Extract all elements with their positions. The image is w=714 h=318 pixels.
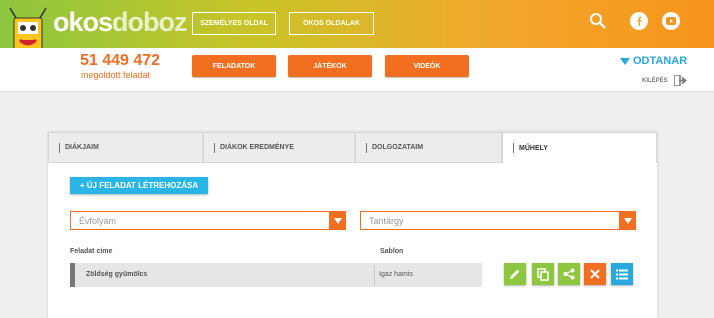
smart-pages-button[interactable]: OKOS OLDALAK — [289, 12, 374, 35]
chevron-down-icon — [619, 211, 636, 230]
subject-select[interactable]: Tantárgy — [360, 211, 636, 230]
search-icon[interactable] — [588, 11, 608, 31]
copy-button[interactable] — [532, 263, 554, 285]
delete-button[interactable] — [584, 263, 606, 285]
subject-select-placeholder: Tantárgy — [369, 215, 404, 226]
grade-select-placeholder: Évfolyam — [79, 215, 117, 226]
list-icon — [616, 269, 628, 279]
tab-my-students[interactable]: DIÁKJAIM — [48, 132, 203, 163]
chevron-down-icon — [620, 57, 630, 65]
personal-page-button[interactable]: SZEMÉLYES OLDAL — [192, 12, 276, 35]
task-title-cell: Zöldség gyümölcs — [86, 271, 148, 278]
logout-link[interactable]: KILÉPÉS — [642, 75, 687, 86]
tasks-button[interactable]: FELADATOK — [192, 55, 276, 77]
task-template-cell: Igaz hamis — [379, 271, 413, 278]
delete-icon — [590, 269, 600, 279]
copy-icon — [537, 267, 549, 281]
videos-button[interactable]: VIDEÓK — [385, 55, 469, 77]
user-menu[interactable]: ODTANAR — [620, 55, 687, 67]
logout-icon — [673, 75, 687, 86]
chevron-down-icon — [329, 211, 346, 230]
solved-count-label: megoldott feladat — [81, 70, 151, 80]
column-header-template: Sablon — [380, 248, 404, 255]
logo-doboz: doboz — [112, 7, 187, 37]
list-button[interactable] — [611, 263, 633, 285]
share-icon — [563, 268, 575, 280]
edit-button[interactable] — [504, 263, 526, 285]
share-button[interactable] — [558, 263, 580, 285]
youtube-icon[interactable] — [662, 12, 680, 30]
tab-bar: DIÁKJAIM DIÁKOK EREDMÉNYE DOLGOZATAIM MŰ… — [48, 132, 657, 163]
tab-my-tests[interactable]: DOLGOZATAIM — [355, 132, 502, 163]
logout-label: KILÉPÉS — [642, 77, 668, 84]
user-name: ODTANAR — [633, 55, 688, 67]
solved-count: 51 449 472 — [80, 52, 161, 69]
tab-student-results[interactable]: DIÁKOK EREDMÉNYE — [203, 132, 355, 163]
games-button[interactable]: JÁTÉKOK — [288, 55, 372, 77]
facebook-icon[interactable] — [630, 12, 648, 30]
tab-workshop[interactable]: MŰHELY — [502, 132, 657, 163]
column-header-title: Feladat címe — [70, 248, 113, 255]
new-task-button[interactable]: + ÚJ FELADAT LÉTREHOZÁSA — [70, 177, 208, 194]
logo-text[interactable]: okosdoboz — [53, 7, 188, 38]
logo-okos: okos — [53, 7, 113, 37]
edit-icon — [510, 269, 520, 279]
cell-divider — [374, 265, 375, 285]
grade-select[interactable]: Évfolyam — [70, 211, 346, 230]
